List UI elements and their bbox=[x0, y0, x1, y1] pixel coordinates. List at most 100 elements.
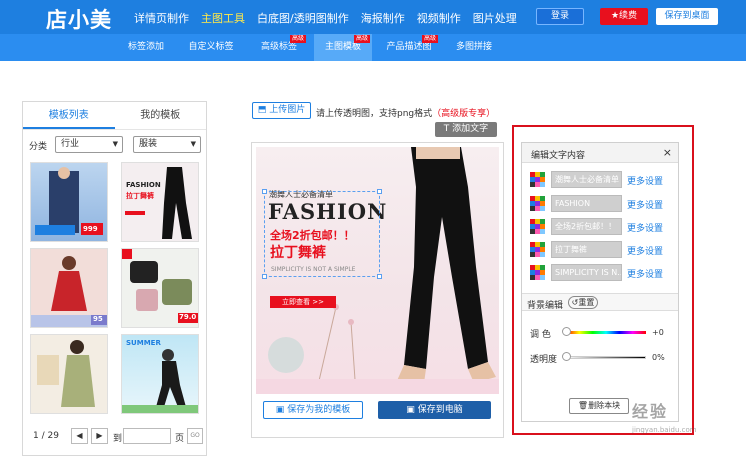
pagination: 1 / 29 ◀ ▶ 到 页 GO bbox=[31, 428, 203, 444]
template-thumb[interactable]: SUMMER bbox=[121, 334, 199, 414]
edit-panel-header: 编辑文字内容 × bbox=[522, 143, 678, 163]
save-to-computer-button[interactable]: ▣ 保存到电脑 bbox=[378, 401, 491, 419]
upload-tip-text: 请上传透明图，支持png格式 bbox=[316, 109, 433, 119]
nav-white-bg[interactable]: 白底图/透明图制作 bbox=[257, 10, 349, 26]
page-number-input[interactable] bbox=[123, 428, 171, 444]
color-palette-icon[interactable] bbox=[530, 219, 545, 234]
advanced-badge: 高级 bbox=[421, 35, 438, 43]
nav-main-image-tool[interactable]: 主图工具 bbox=[201, 10, 245, 26]
trash-icon: 🗑 bbox=[577, 401, 589, 410]
resize-handle[interactable] bbox=[377, 274, 382, 279]
color-palette-icon[interactable] bbox=[530, 265, 545, 280]
template-thumb[interactable]: 999 bbox=[30, 162, 108, 242]
industry-select[interactable]: 行业 ▼ bbox=[55, 136, 123, 153]
upload-label: 上传图片 bbox=[269, 105, 306, 115]
color-palette-icon[interactable] bbox=[530, 242, 545, 257]
upload-image-button[interactable]: ⬒ 上传图片 bbox=[252, 102, 311, 119]
subtab-advanced-tag[interactable]: 高级标签 高级 bbox=[250, 34, 308, 61]
save-as-my-template-button[interactable]: ▣ 保存为我的模板 bbox=[263, 401, 363, 419]
opacity-slider[interactable] bbox=[566, 356, 646, 359]
opacity-slider-handle[interactable] bbox=[562, 352, 571, 361]
subtab-label: 自定义标签 bbox=[188, 42, 234, 52]
text-layer-row: 潮舞人士必备清单 更多设置 bbox=[530, 171, 678, 188]
thumb-text: 拉丁舞裤 bbox=[126, 192, 154, 200]
text-layer-row: FASHION 更多设置 bbox=[530, 195, 678, 212]
resize-handle[interactable] bbox=[262, 274, 267, 279]
nav-video[interactable]: 视频制作 bbox=[417, 10, 461, 26]
subtab-multi-splice[interactable]: 多图拼接 bbox=[448, 34, 500, 61]
prev-page-button[interactable]: ◀ bbox=[71, 428, 88, 444]
text-layer-row: 拉丁舞裤 更多设置 bbox=[530, 241, 678, 258]
clothing-select-value: 服装 bbox=[139, 139, 158, 149]
subtab-label: 主图模板 bbox=[324, 42, 361, 52]
resize-handle[interactable] bbox=[377, 189, 382, 194]
text-input[interactable]: SIMPLICITY IS N... bbox=[551, 264, 622, 281]
page-unit-label: 页 bbox=[175, 434, 185, 444]
nav-poster[interactable]: 海报制作 bbox=[361, 10, 405, 26]
text-input[interactable]: 全场2折包邮！！ bbox=[551, 218, 622, 235]
delete-block-button[interactable]: 🗑删除本块 bbox=[569, 398, 629, 414]
more-settings-link[interactable]: 更多设置 bbox=[627, 244, 663, 257]
close-icon[interactable]: × bbox=[663, 146, 672, 159]
color-palette-icon[interactable] bbox=[530, 172, 545, 187]
save-icon: ▣ bbox=[406, 405, 415, 415]
subtab-main-template[interactable]: 主图模板 高级 bbox=[314, 34, 372, 61]
add-text-button[interactable]: T 添加文字 bbox=[435, 122, 497, 137]
reset-label: 重置 bbox=[578, 298, 595, 307]
save-to-desktop-button[interactable]: 保存到桌面 bbox=[656, 8, 718, 25]
subtab-custom-tag[interactable]: 自定义标签 bbox=[180, 34, 242, 61]
reset-button[interactable]: ↺重置 bbox=[568, 296, 598, 309]
hue-slider-handle[interactable] bbox=[562, 327, 571, 336]
save-mine-label: 保存为我的模板 bbox=[287, 405, 351, 415]
poster-cta-button[interactable]: 立即查看 >> bbox=[270, 296, 336, 308]
next-page-button[interactable]: ▶ bbox=[91, 428, 108, 444]
go-button[interactable]: GO bbox=[187, 428, 203, 444]
filter-label: 分类 bbox=[29, 142, 48, 152]
renew-button[interactable]: ★续费 bbox=[600, 8, 648, 25]
more-settings-link[interactable]: 更多设置 bbox=[627, 221, 663, 234]
poster-preview[interactable]: 潮舞人士必备清单 FASHION 全场2折包邮！！ 拉丁舞裤 SIMPLICIT… bbox=[256, 147, 499, 394]
advanced-badge: 高级 bbox=[289, 35, 306, 43]
login-button[interactable]: 登录 bbox=[536, 8, 584, 25]
advanced-badge: 高级 bbox=[353, 35, 370, 43]
add-text-label: 添加文字 bbox=[452, 124, 489, 134]
template-thumb[interactable] bbox=[30, 334, 108, 414]
delete-label: 删除本块 bbox=[588, 401, 621, 410]
nav-image-process[interactable]: 图片处理 bbox=[473, 10, 517, 26]
more-settings-link[interactable]: 更多设置 bbox=[627, 174, 663, 187]
edit-canvas: 潮舞人士必备清单 FASHION 全场2折包邮！！ 拉丁舞裤 SIMPLICIT… bbox=[251, 142, 504, 438]
hue-label: 调 色 bbox=[530, 330, 551, 340]
premium-note: （高级版专享） bbox=[432, 109, 496, 119]
industry-select-value: 行业 bbox=[61, 139, 80, 149]
template-thumb[interactable]: FASHION 拉丁舞裤 bbox=[121, 162, 199, 242]
text-input[interactable]: 拉丁舞裤 bbox=[551, 241, 622, 258]
upload-icon: ⬒ bbox=[257, 105, 267, 115]
subtab-label: 多图拼接 bbox=[455, 42, 492, 52]
tab-my-templates[interactable]: 我的模板 bbox=[115, 102, 207, 129]
save-pc-label: 保存到电脑 bbox=[417, 405, 463, 415]
subtab-tag-add[interactable]: 标签添加 bbox=[118, 34, 174, 61]
resize-handle[interactable] bbox=[262, 189, 267, 194]
text-input[interactable]: 潮舞人士必备清单 bbox=[551, 171, 622, 188]
text-input[interactable]: FASHION bbox=[551, 195, 622, 212]
more-settings-link[interactable]: 更多设置 bbox=[627, 198, 663, 211]
site-logo[interactable]: 店小美 bbox=[46, 4, 112, 34]
more-settings-link[interactable]: 更多设置 bbox=[627, 267, 663, 280]
hue-slider[interactable] bbox=[566, 331, 646, 334]
nav-detail-page[interactable]: 详情页制作 bbox=[134, 10, 189, 26]
opacity-value: 0% bbox=[652, 353, 665, 362]
sub-nav: 标签添加 自定义标签 高级标签 高级 主图模板 高级 产品描述图 高级 多图拼接 bbox=[0, 34, 746, 61]
chevron-right-icon: ▶ bbox=[96, 431, 103, 440]
tab-template-list[interactable]: 模板列表 bbox=[23, 102, 115, 129]
subtab-product-desc[interactable]: 产品描述图 高级 bbox=[378, 34, 440, 61]
color-palette-icon[interactable] bbox=[530, 196, 545, 211]
template-thumb[interactable]: 79.0 bbox=[121, 248, 199, 328]
clothing-select[interactable]: 服装 ▼ bbox=[133, 136, 201, 153]
chevron-left-icon: ◀ bbox=[76, 431, 83, 440]
subtab-label: 标签添加 bbox=[127, 42, 164, 52]
template-thumb[interactable]: 95 bbox=[30, 248, 108, 328]
chevron-down-icon: ▼ bbox=[190, 140, 196, 148]
text-selection-box[interactable] bbox=[262, 189, 382, 279]
top-header: 店小美 详情页制作 主图工具 白底图/透明图制作 海报制作 视频制作 图片处理 … bbox=[0, 0, 746, 34]
watermark: 经验 bbox=[632, 402, 669, 421]
